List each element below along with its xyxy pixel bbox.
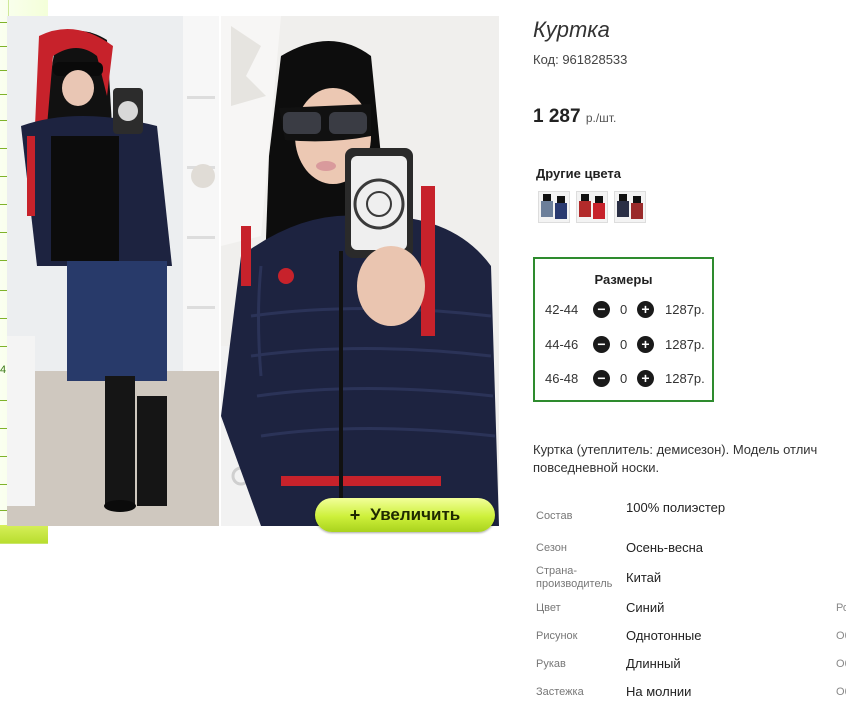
swatch-image [577, 192, 607, 222]
swatch-image [539, 192, 569, 222]
size-row: 46-48 − 0 + 1287р. [545, 369, 715, 389]
property-extra: Об [836, 630, 846, 642]
size-price: 1287р. [665, 337, 705, 352]
size-row: 44-46 − 0 + 1287р. [545, 335, 715, 355]
product-description: Куртка (утеплитель: демисезон). Модель о… [533, 442, 818, 475]
size-quantity: 0 [620, 302, 628, 317]
property-value: На молнии [626, 684, 692, 699]
property-label: Цвет [536, 602, 561, 614]
swatch-image [615, 192, 645, 222]
size-price: 1287р. [665, 371, 705, 386]
product-title: Куртка [533, 17, 610, 42]
price-unit: р./шт. [585, 111, 617, 125]
property-extra: Об [836, 658, 846, 670]
property-label: Рукав [536, 658, 566, 670]
product-photo-full[interactable] [7, 16, 219, 526]
color-swatch-3[interactable] [614, 191, 646, 223]
sidebar-number: 4 [0, 364, 7, 376]
property-label: Страна-производитель [536, 565, 613, 590]
minus-icon[interactable]: − [593, 336, 610, 353]
zoom-button[interactable]: + Увеличить [315, 498, 495, 532]
size-row: 42-44 − 0 + 1287р. [545, 300, 715, 320]
color-swatch-1[interactable] [538, 191, 570, 223]
product-gallery[interactable]: + Увеличить [7, 16, 499, 532]
minus-icon[interactable]: − [593, 370, 610, 387]
product-price: 1 287 р./шт. [533, 106, 616, 128]
plus-icon[interactable]: + [637, 336, 654, 353]
plus-icon: + [349, 504, 361, 525]
size-quantity: 0 [620, 371, 628, 386]
color-swatch-2[interactable] [576, 191, 608, 223]
property-label: Состав [536, 510, 573, 522]
property-value: Китай [626, 570, 662, 585]
property-extra: Ро [836, 602, 846, 614]
product-photo-closeup[interactable] [221, 16, 499, 526]
photo-closeup-image [221, 16, 499, 526]
other-colors-heading: Другие цвета [536, 166, 621, 181]
size-price: 1287р. [665, 302, 705, 317]
plus-icon[interactable]: + [637, 301, 654, 318]
price-value: 1 287 [533, 106, 581, 127]
property-label: Застежка [536, 686, 584, 698]
property-value: 100% полиэстер [626, 500, 726, 515]
property-extra: Об [836, 686, 846, 698]
minus-icon[interactable]: − [593, 301, 610, 318]
product-code: Код: 961828533 [533, 52, 628, 67]
size-quantity: 0 [620, 337, 628, 352]
photo-full-body-image [7, 16, 219, 526]
property-value: Осень-весна [626, 540, 704, 555]
color-swatches [538, 191, 646, 223]
plus-icon[interactable]: + [637, 370, 654, 387]
size-label: 42-44 [545, 302, 579, 317]
sizes-title: Размеры [594, 272, 653, 287]
property-value: Длинный [626, 656, 681, 671]
property-label: Сезон [536, 542, 567, 554]
zoom-label: Увеличить [370, 505, 461, 524]
property-value: Синий [626, 600, 665, 615]
sidebar-accent [0, 525, 48, 543]
property-label: Рисунок [536, 630, 578, 642]
size-label: 46-48 [545, 371, 579, 386]
size-label: 44-46 [545, 337, 579, 352]
sizes-panel: Размеры 42-44 − 0 + 1287р. 44-46 − 0 + 1… [533, 257, 714, 402]
property-value: Однотонные [626, 628, 702, 643]
